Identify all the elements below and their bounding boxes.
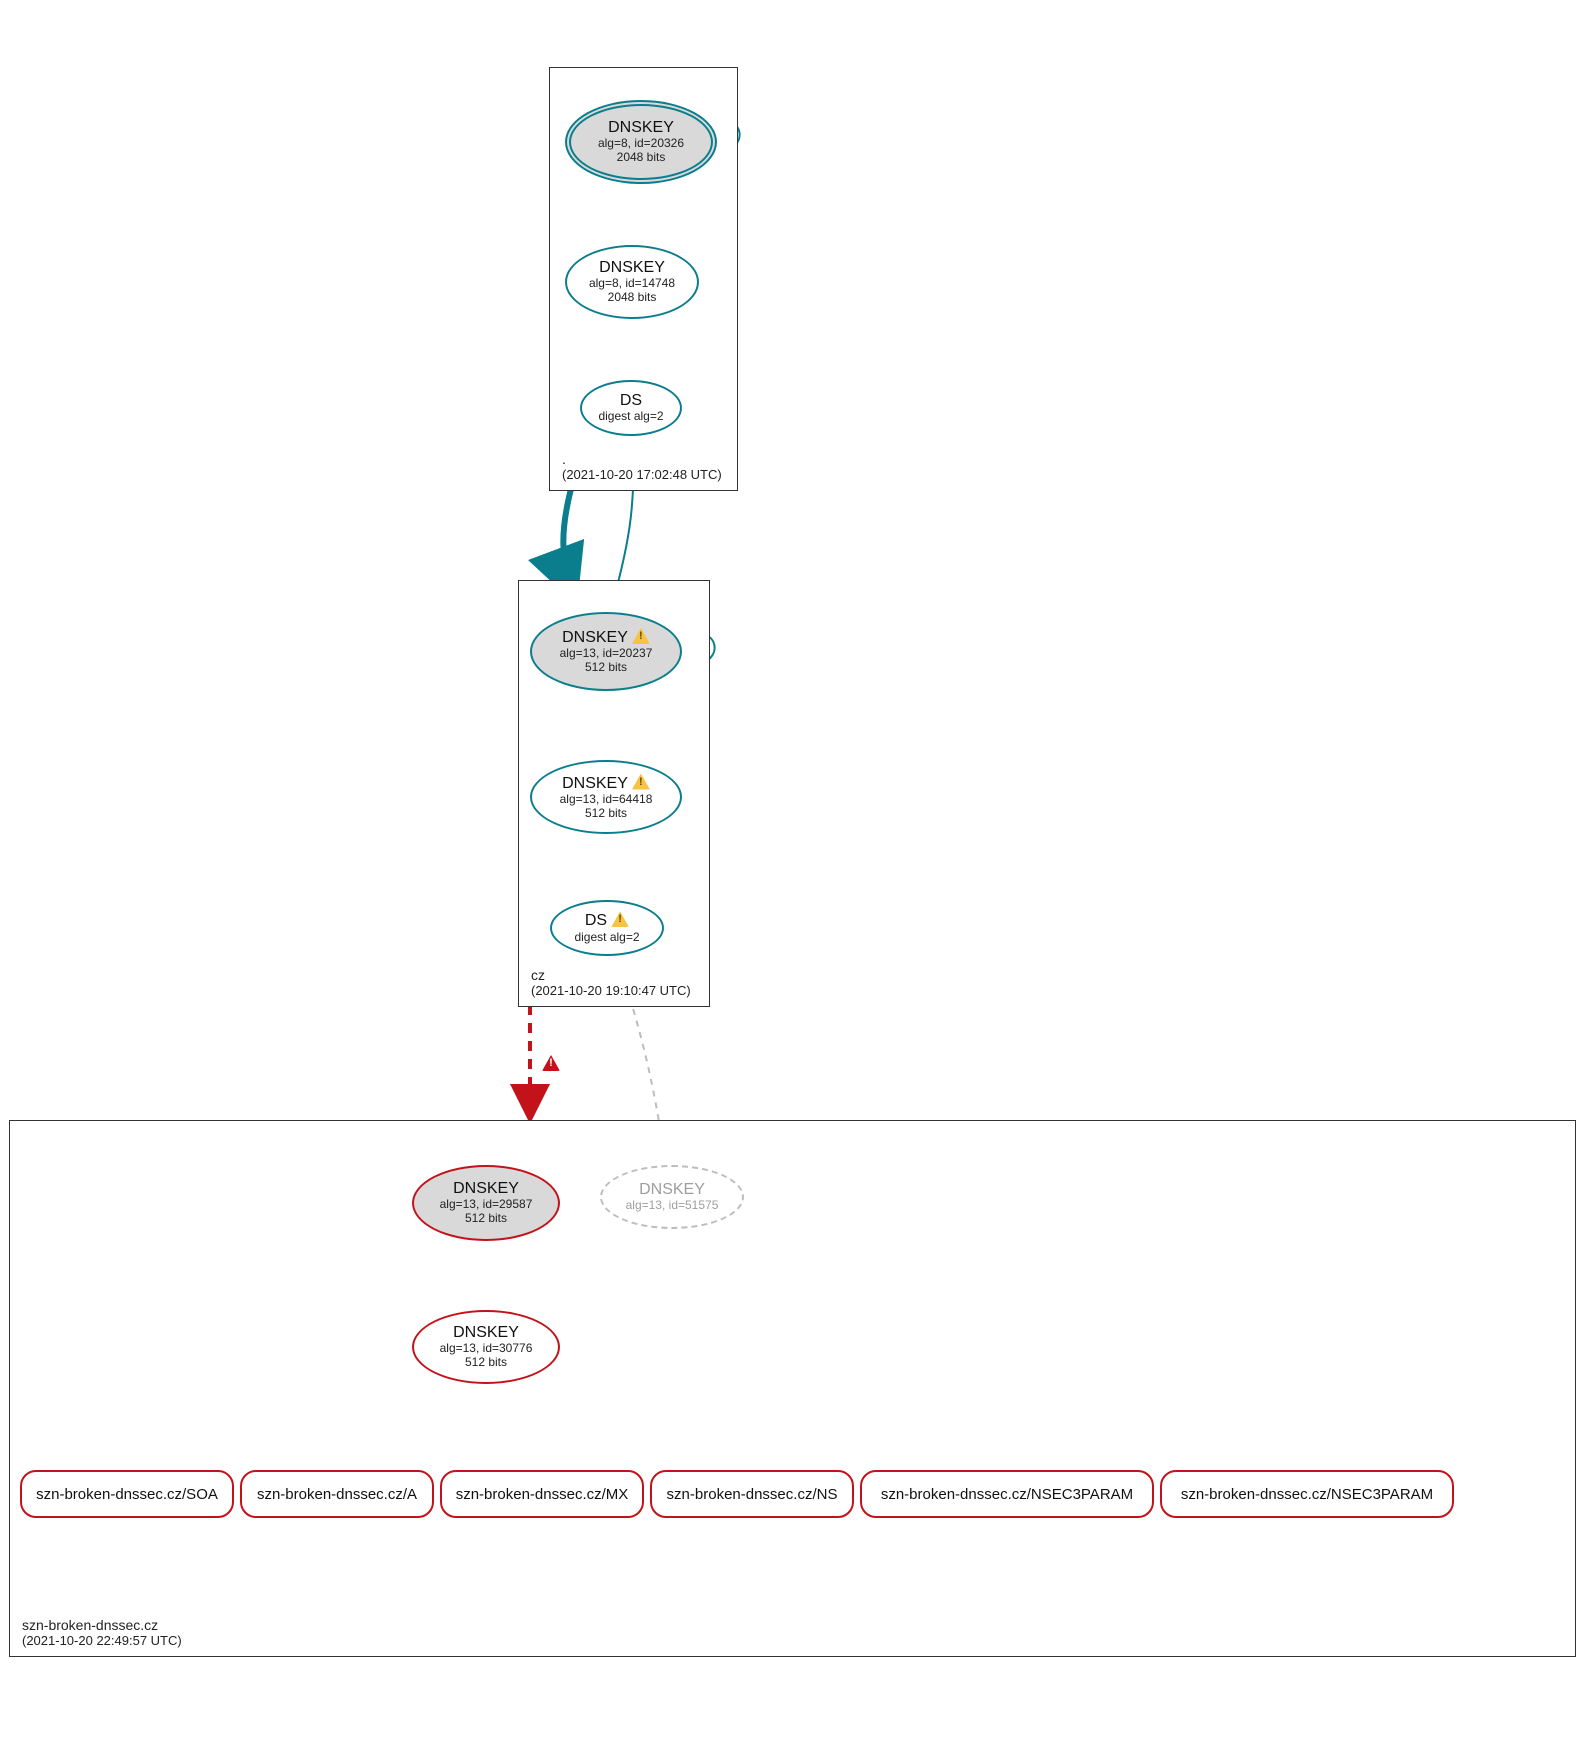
zone-cz-time: (2021-10-20 19:10:47 UTC): [531, 983, 691, 998]
cz-ksk-title: DNSKEY: [562, 629, 628, 646]
cz-zsk: DNSKEY alg=13, id=64418 512 bits: [530, 760, 682, 834]
warning-icon: [632, 774, 650, 790]
cz-ksk-sub2: 512 bits: [585, 661, 627, 675]
zone-root-time: (2021-10-20 17:02:48 UTC): [562, 467, 722, 482]
root-zsk: DNSKEY alg=8, id=14748 2048 bits: [565, 245, 699, 319]
cz-ksk-sub1: alg=13, id=20237: [560, 647, 653, 661]
target-ghost-title: DNSKEY: [639, 1181, 705, 1199]
cz-ds-title: DS: [585, 912, 607, 929]
root-ksk-sub2: 2048 bits: [617, 151, 666, 165]
root-zsk-sub2: 2048 bits: [608, 291, 657, 305]
target-zsk-title: DNSKEY: [453, 1324, 519, 1342]
zone-root-name: .: [562, 451, 722, 467]
target-ghost-sub1: alg=13, id=51575: [626, 1199, 719, 1213]
root-zsk-sub1: alg=8, id=14748: [589, 277, 675, 291]
cz-ds: DS digest alg=2: [550, 900, 664, 956]
zone-target: szn-broken-dnssec.cz (2021-10-20 22:49:5…: [9, 1120, 1576, 1657]
target-ksk: DNSKEY alg=13, id=29587 512 bits: [412, 1165, 560, 1241]
warning-icon: [632, 628, 650, 644]
root-ksk-sub1: alg=8, id=20326: [598, 137, 684, 151]
zone-cz-name: cz: [531, 967, 691, 983]
rrset-mx: szn-broken-dnssec.cz/MX: [440, 1470, 644, 1518]
rrset-nsec3param-2: szn-broken-dnssec.cz/NSEC3PARAM: [1160, 1470, 1454, 1518]
target-ksk-title: DNSKEY: [453, 1180, 519, 1198]
target-ksk-sub2: 512 bits: [465, 1212, 507, 1226]
root-zsk-title: DNSKEY: [599, 259, 665, 277]
cz-zsk-title: DNSKEY: [562, 775, 628, 792]
rrset-nsec3param-1: szn-broken-dnssec.cz/NSEC3PARAM: [860, 1470, 1154, 1518]
root-ds-sub1: digest alg=2: [598, 410, 663, 424]
root-ds-title: DS: [620, 392, 642, 410]
root-ksk: DNSKEY alg=8, id=20326 2048 bits: [565, 100, 717, 184]
rrset-ns: szn-broken-dnssec.cz/NS: [650, 1470, 854, 1518]
cz-zsk-sub2: 512 bits: [585, 807, 627, 821]
target-ksk-sub1: alg=13, id=29587: [440, 1198, 533, 1212]
root-ds: DS digest alg=2: [580, 380, 682, 436]
error-icon: [542, 1055, 560, 1071]
target-zsk: DNSKEY alg=13, id=30776 512 bits: [412, 1310, 560, 1384]
zone-target-time: (2021-10-20 22:49:57 UTC): [22, 1633, 182, 1648]
rrset-soa: szn-broken-dnssec.cz/SOA: [20, 1470, 234, 1518]
rrset-a: szn-broken-dnssec.cz/A: [240, 1470, 434, 1518]
cz-ds-sub1: digest alg=2: [574, 931, 639, 945]
zone-target-name: szn-broken-dnssec.cz: [22, 1617, 182, 1633]
cz-ksk: DNSKEY alg=13, id=20237 512 bits: [530, 612, 682, 691]
target-zsk-sub2: 512 bits: [465, 1356, 507, 1370]
target-zsk-sub1: alg=13, id=30776: [440, 1342, 533, 1356]
target-ghost-dnskey: DNSKEY alg=13, id=51575: [600, 1165, 744, 1229]
warning-icon: [611, 911, 629, 927]
cz-zsk-sub1: alg=13, id=64418: [560, 793, 653, 807]
root-ksk-title: DNSKEY: [608, 119, 674, 137]
